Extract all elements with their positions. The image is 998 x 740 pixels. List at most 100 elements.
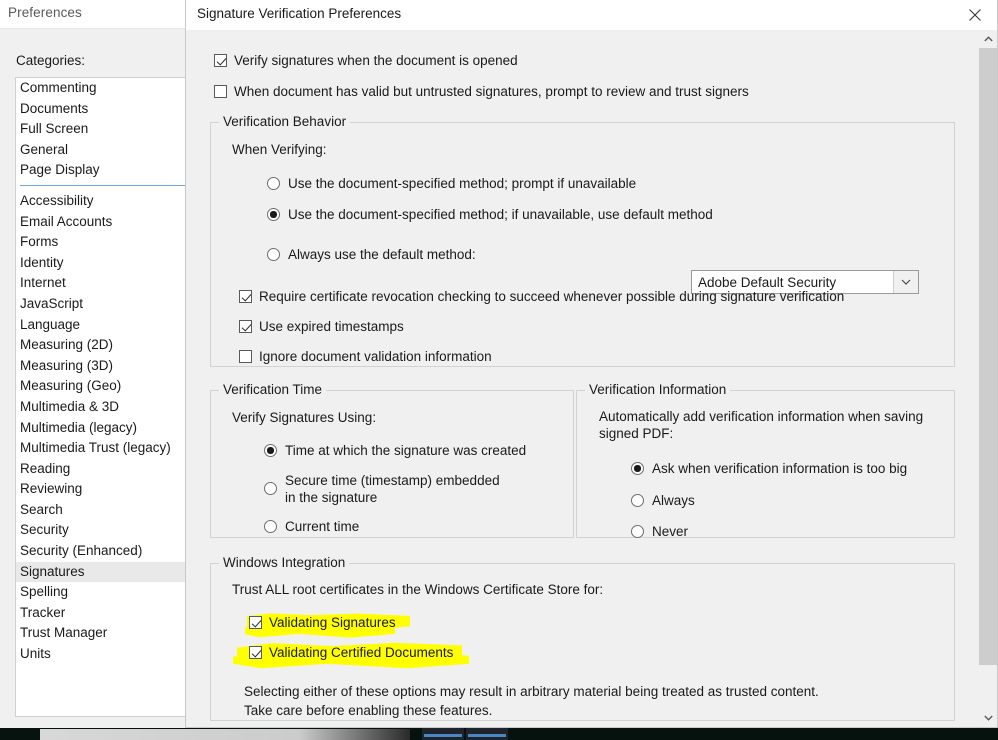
sidebar-item-search[interactable]: Search (16, 500, 190, 521)
sidebar-item-javascript[interactable]: JavaScript (16, 294, 190, 315)
radio-label: Never (652, 524, 689, 539)
checkbox-label: Verify signatures when the document is o… (234, 53, 518, 68)
sidebar-item-identity[interactable]: Identity (16, 253, 190, 274)
radio-circle[interactable] (264, 444, 277, 457)
sidebar-item-security[interactable]: Security (16, 520, 190, 541)
radio-label: Secure time (timestamp) embedded in the … (285, 473, 500, 505)
radio-label: Always use the default method: (288, 247, 476, 262)
sidebar-item-security-enhanced[interactable]: Security (Enhanced) (16, 541, 190, 562)
group-title-windows-integration: Windows Integration (219, 555, 350, 570)
radio-circle[interactable] (267, 208, 280, 221)
checkbox-label: Validating Signatures (269, 615, 396, 630)
sidebar-item-language[interactable]: Language (16, 315, 190, 336)
sidebar-item-internet[interactable]: Internet (16, 273, 190, 294)
checkbox-require-revocation-checking[interactable]: Require certificate revocation checking … (239, 289, 844, 304)
category-list-separator (16, 181, 190, 191)
checkbox-prompt-review-trust-signers[interactable]: When document has valid but untrusted si… (214, 84, 749, 99)
radio-circle[interactable] (267, 177, 280, 190)
radio-circle[interactable] (631, 494, 644, 507)
radio-never[interactable]: Never (631, 523, 688, 540)
checkbox-use-expired-timestamps[interactable]: Use expired timestamps (239, 319, 404, 334)
sidebar-item-trust-manager[interactable]: Trust Manager (16, 623, 190, 644)
radio-circle[interactable] (264, 520, 277, 533)
radio-label: Time at which the signature was created (285, 443, 527, 458)
checkbox-ignore-document-validation-info[interactable]: Ignore document validation information (239, 349, 492, 364)
checkbox-verify-signatures-on-open[interactable]: Verify signatures when the document is o… (214, 53, 518, 68)
checkbox-label: Use expired timestamps (259, 319, 404, 334)
checkbox-box[interactable] (239, 320, 252, 333)
checkbox-validating-signatures[interactable]: Validating Signatures (249, 615, 396, 630)
sidebar-item-reading[interactable]: Reading (16, 459, 190, 480)
scroll-down-icon[interactable] (979, 709, 997, 727)
radio-label: Use the document-specified method; promp… (288, 176, 637, 191)
checkbox-box[interactable] (214, 85, 227, 98)
checkbox-box[interactable] (214, 54, 227, 67)
sidebar-item-email-accounts[interactable]: Email Accounts (16, 212, 190, 233)
sidebar-item-documents[interactable]: Documents (16, 99, 190, 120)
radio-label: Current time (285, 519, 360, 534)
checkbox-label: Validating Certified Documents (269, 645, 454, 660)
sidebar-item-commenting[interactable]: Commenting (16, 78, 190, 99)
sidebar-item-forms[interactable]: Forms (16, 232, 190, 253)
group-title-verification-time: Verification Time (219, 382, 327, 397)
radio-current-time[interactable]: Current time (264, 518, 359, 535)
warning-text-line-2: Take care before enabling these features… (244, 703, 493, 718)
sidebar-item-measuring-geo[interactable]: Measuring (Geo) (16, 376, 190, 397)
label-when-verifying: When Verifying: (232, 142, 327, 157)
category-list[interactable]: Commenting Documents Full Screen General Pag… (15, 77, 190, 717)
scroll-up-icon[interactable] (979, 30, 997, 48)
sidebar-item-measuring-2d[interactable]: Measuring (2D) (16, 335, 190, 356)
radio-circle[interactable] (631, 525, 644, 538)
taskbar-item-1-indicator (424, 734, 462, 737)
checkbox-label: Ignore document validation information (259, 349, 492, 364)
sidebar-item-multimedia-trust-legacy[interactable]: Multimedia Trust (legacy) (16, 438, 190, 459)
radio-secure-time-timestamp[interactable]: Secure time (timestamp) embedded in the … (264, 472, 500, 506)
warning-text-line-1: Selecting either of these options may re… (244, 684, 819, 699)
radio-document-specified-fallback-default[interactable]: Use the document-specified method; if un… (267, 206, 713, 223)
taskbar-left-segment (0, 728, 40, 740)
sidebar-item-general[interactable]: General (16, 140, 190, 161)
checkbox-label: Require certificate revocation checking … (259, 289, 845, 304)
checkbox-label: When document has valid but untrusted si… (234, 84, 749, 99)
sidebar-item-measuring-3d[interactable]: Measuring (3D) (16, 356, 190, 377)
label-trust-all-root-certificates: Trust ALL root certificates in the Windo… (232, 582, 604, 597)
select-value: Adobe Default Security (698, 274, 837, 290)
sidebar-item-multimedia-3d[interactable]: Multimedia & 3D (16, 397, 190, 418)
categories-label: Categories: (16, 53, 86, 68)
checkbox-box[interactable] (249, 646, 262, 659)
close-icon[interactable] (952, 0, 997, 30)
dialog-titlebar: Signature Verification Preferences (186, 0, 997, 30)
checkbox-box[interactable] (249, 616, 262, 629)
group-title-verification-behavior: Verification Behavior (219, 114, 351, 129)
radio-circle[interactable] (267, 248, 280, 261)
checkbox-box[interactable] (239, 290, 252, 303)
radio-label: Always (652, 493, 695, 508)
dialog-vertical-scrollbar[interactable] (978, 30, 997, 727)
dialog-content: Verify signatures when the document is o… (187, 30, 979, 726)
radio-circle[interactable] (631, 462, 644, 475)
sidebar-item-full-screen[interactable]: Full Screen (16, 119, 190, 140)
radio-time-signature-created[interactable]: Time at which the signature was created (264, 442, 526, 459)
taskbar-window-strip (40, 729, 410, 740)
dialog-title: Signature Verification Preferences (197, 6, 402, 21)
radio-label: Use the document-specified method; if un… (288, 207, 713, 222)
checkbox-validating-certified-documents[interactable]: Validating Certified Documents (249, 645, 453, 660)
radio-label: Ask when verification information is too… (652, 461, 908, 476)
sidebar-item-tracker[interactable]: Tracker (16, 603, 190, 624)
sidebar-item-accessibility[interactable]: Accessibility (16, 191, 190, 212)
sidebar-item-spelling[interactable]: Spelling (16, 582, 190, 603)
sidebar-item-reviewing[interactable]: Reviewing (16, 479, 190, 500)
sidebar-item-page-display[interactable]: Page Display (16, 160, 190, 181)
radio-ask-when-too-big[interactable]: Ask when verification information is too… (631, 460, 907, 477)
radio-always[interactable]: Always (631, 492, 695, 509)
sidebar-item-signatures[interactable]: Signatures (16, 561, 190, 583)
chevron-down-icon[interactable] (893, 271, 918, 293)
sidebar-item-units[interactable]: Units (16, 644, 190, 665)
checkbox-box[interactable] (239, 350, 252, 363)
radio-always-use-default-method[interactable]: Always use the default method: (267, 246, 476, 263)
preferences-window-title: Preferences (8, 5, 82, 20)
sidebar-item-multimedia-legacy[interactable]: Multimedia (legacy) (16, 418, 190, 439)
scrollbar-thumb[interactable] (979, 48, 997, 665)
radio-document-specified-prompt[interactable]: Use the document-specified method; promp… (267, 175, 636, 192)
radio-circle[interactable] (264, 482, 277, 495)
